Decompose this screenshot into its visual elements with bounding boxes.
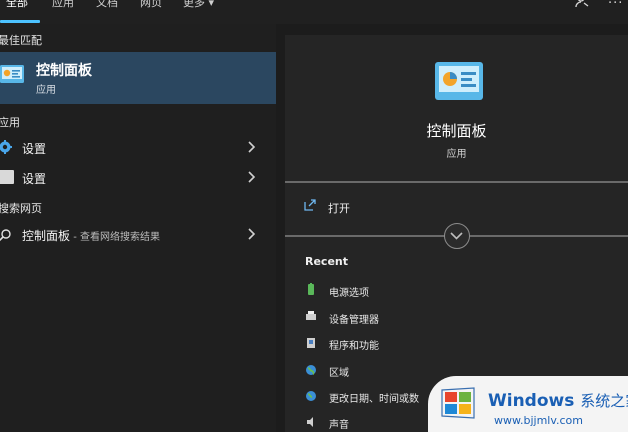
recent-item-label: 电源选项: [329, 288, 369, 299]
expand-button[interactable]: [444, 223, 470, 249]
watermark: Windows 系统之家 www.bjjmlv.com: [428, 376, 628, 432]
details-pane: 控制面板 应用 打开 Recent 电源选项 设备管理器 程序和功能 区域 更改…: [285, 35, 628, 432]
printer-icon: [306, 311, 316, 320]
recent-item-label: 区域: [329, 368, 349, 379]
recent-item-label: 更改日期、时间或数: [329, 394, 419, 405]
web-search-label: 控制面板: [22, 229, 71, 243]
results-pane: 最佳匹配 控制面板 应用 应用 设置 设置 搜索网页 控制面板 - 查看网络搜索…: [0, 24, 276, 432]
control-panel-large-icon: [435, 62, 483, 100]
windows-logo-icon: [441, 387, 475, 419]
tab-all[interactable]: 全部: [6, 0, 28, 10]
web-search-suffix: - 查看网络搜索结果: [70, 232, 160, 243]
detail-subtitle: 应用: [446, 149, 467, 160]
chevron-down-icon: [450, 232, 463, 240]
more-options-icon[interactable]: ···: [608, 0, 623, 11]
gear-icon: [0, 140, 12, 154]
apps-header: 应用: [0, 116, 20, 129]
detail-title: 控制面板: [426, 122, 487, 140]
open-icon: [304, 199, 316, 211]
recent-item-label: 程序和功能: [329, 341, 379, 352]
app-item-label: 设置: [22, 172, 47, 186]
tab-more[interactable]: 更多 ▾: [183, 0, 214, 10]
globe-icon: [306, 365, 316, 375]
settings-tile-icon: [0, 170, 14, 184]
active-tab-indicator: [0, 20, 40, 23]
globe-clock-icon: [306, 391, 316, 401]
tab-web[interactable]: 网页: [140, 0, 162, 10]
app-item-label: 设置: [22, 142, 47, 156]
watermark-brand-word: Windows: [488, 391, 575, 411]
battery-icon: [308, 283, 314, 295]
search-icon: [0, 229, 11, 242]
watermark-brand: Windows 系统之家: [488, 390, 628, 411]
tab-apps[interactable]: 应用: [52, 0, 74, 10]
account-icon[interactable]: [574, 0, 590, 13]
watermark-url: www.bjjmlv.com: [494, 414, 583, 427]
best-match-title: 控制面板: [36, 63, 92, 79]
recent-header: Recent: [305, 255, 349, 268]
best-match-subtitle: 应用: [36, 85, 56, 96]
chevron-right-icon[interactable]: [246, 227, 258, 241]
open-label: 打开: [328, 202, 350, 215]
chevron-right-icon[interactable]: [246, 140, 258, 154]
recent-item-label: 声音: [329, 420, 349, 431]
divider: [285, 181, 628, 183]
chevron-right-icon[interactable]: [246, 170, 258, 184]
web-search-header: 搜索网页: [0, 202, 42, 215]
programs-icon: [307, 338, 315, 348]
recent-item-label: 设备管理器: [329, 315, 379, 326]
speaker-icon: [307, 417, 313, 427]
search-filter-bar: 全部 应用 文档 网页 更多 ▾ ···: [0, 0, 628, 24]
web-search-text: 控制面板 - 查看网络搜索结果: [22, 227, 160, 244]
tab-documents[interactable]: 文档: [96, 0, 118, 10]
best-match-header: 最佳匹配: [0, 34, 42, 47]
control-panel-icon: [0, 65, 24, 83]
watermark-brand-suffix: 系统之家: [580, 392, 628, 410]
